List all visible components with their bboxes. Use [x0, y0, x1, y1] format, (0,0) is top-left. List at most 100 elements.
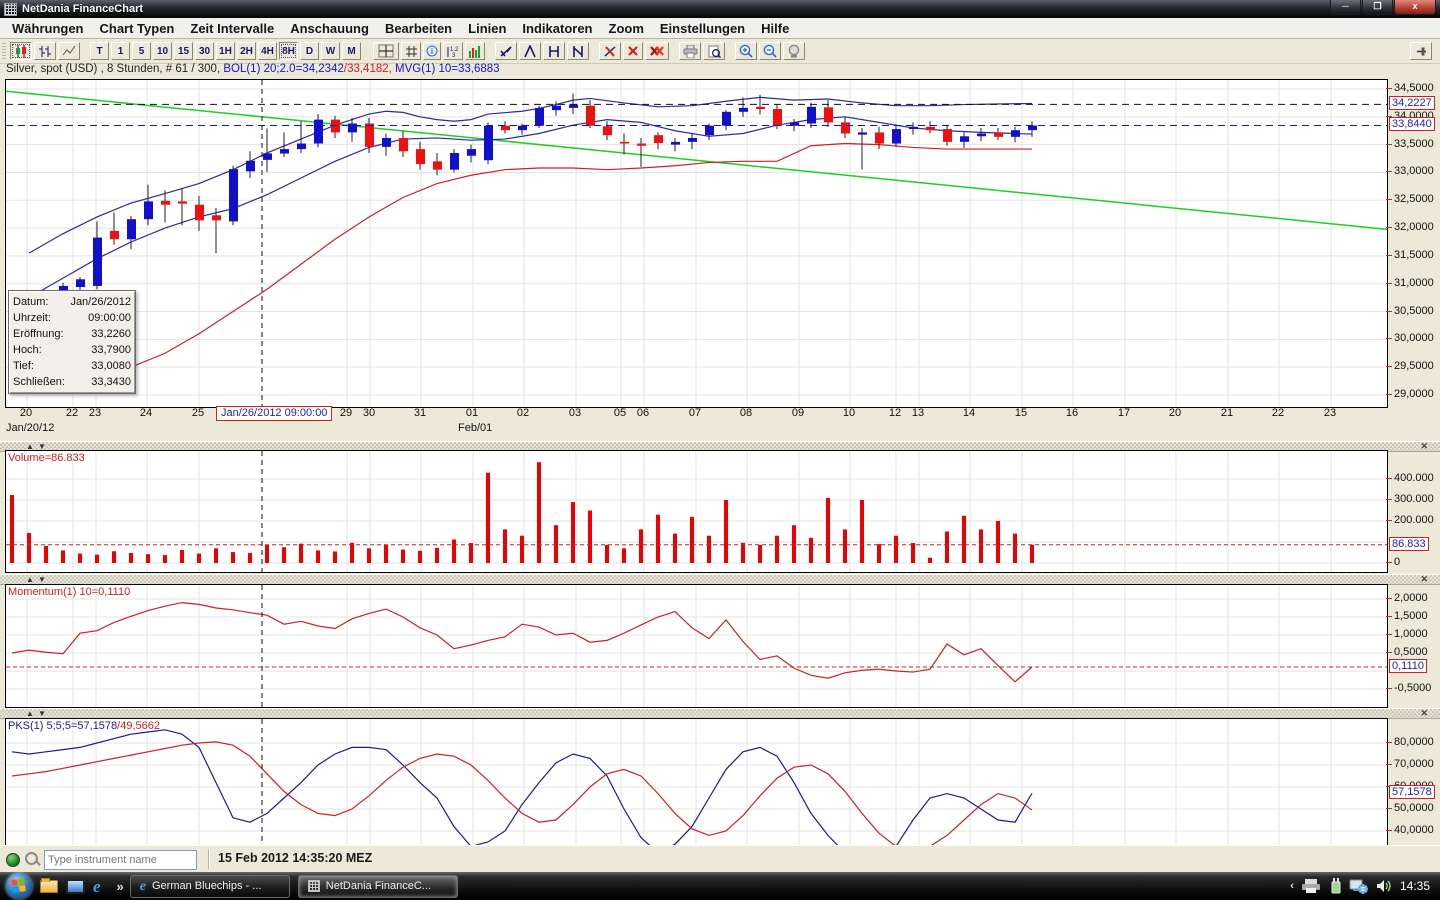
- pks-stochastic-panel[interactable]: [5, 718, 1388, 847]
- speaker-icon[interactable]: [1376, 878, 1393, 894]
- close-panel-icon[interactable]: ✕: [1420, 708, 1428, 719]
- interval-4h-button[interactable]: 4H: [258, 42, 277, 60]
- candlestick-chart-button[interactable]: [10, 42, 32, 60]
- axis-tick-mark: [1386, 227, 1392, 228]
- volume-panel[interactable]: [5, 450, 1388, 573]
- info-button[interactable]: i: [423, 42, 441, 60]
- date-tick-label: 13: [912, 407, 924, 419]
- power-plug-icon[interactable]: [1328, 878, 1342, 894]
- menu-bearbeiten[interactable]: Bearbeiten: [377, 19, 460, 38]
- network-icon[interactable]: [1349, 878, 1369, 894]
- main-price-chart[interactable]: [5, 79, 1388, 408]
- zoom-in-button[interactable]: [735, 42, 757, 60]
- momentum-tick-label: 1,0000: [1394, 628, 1428, 640]
- tooltip-value: 09:00:00: [88, 310, 131, 326]
- tray-expand-arrow[interactable]: ‹: [1290, 880, 1294, 892]
- delete-all-button[interactable]: [645, 42, 669, 60]
- date-tick-label: 06: [637, 407, 649, 419]
- line-chart-button[interactable]: [58, 42, 80, 60]
- toolbar-drag-handle[interactable]: [2, 42, 6, 59]
- interval-5-button[interactable]: 5: [132, 42, 151, 60]
- momentum-panel[interactable]: [5, 584, 1388, 708]
- candle-36: [620, 142, 629, 144]
- print-preview-button[interactable]: [703, 42, 725, 60]
- tooltip-value: 33,0080: [91, 358, 131, 374]
- menu-zeit-intervalle[interactable]: Zeit Intervalle: [182, 19, 282, 38]
- volume-bar-54: [928, 558, 932, 563]
- candle-19: [331, 120, 340, 133]
- folder-icon[interactable]: [40, 880, 58, 893]
- zoom-select-button[interactable]: [783, 42, 805, 60]
- panel-splitter-3[interactable]: ▲ ▼ ✕: [0, 708, 1440, 719]
- close-button[interactable]: x: [1394, 0, 1436, 15]
- quick-launch-expand-chevron[interactable]: »: [117, 879, 124, 894]
- close-panel-icon[interactable]: ✕: [1420, 574, 1428, 585]
- taskbar-button-browser[interactable]: e German Bluechips - ...: [130, 875, 290, 898]
- interval-d-button[interactable]: D: [300, 42, 319, 60]
- show-desktop-icon[interactable]: [66, 879, 85, 894]
- interval-1h-button[interactable]: 1H: [216, 42, 235, 60]
- price-marker-button[interactable]: 1.23: [443, 42, 463, 60]
- interval-1-button[interactable]: 1: [111, 42, 130, 60]
- volume-bar-50: [860, 500, 864, 563]
- candle-22: [382, 138, 391, 147]
- internet-explorer-icon[interactable]: e: [93, 878, 101, 895]
- printer-icon[interactable]: [1301, 878, 1321, 894]
- interval-30-button[interactable]: 30: [195, 42, 214, 60]
- panel-splitter-2[interactable]: ▲ ▼ ✕: [0, 574, 1440, 585]
- close-panel-icon[interactable]: ✕: [1420, 441, 1428, 452]
- trend-line-button[interactable]: [495, 42, 517, 60]
- menu-zoom[interactable]: Zoom: [601, 19, 652, 38]
- menu-währungen[interactable]: Währungen: [4, 19, 92, 38]
- vertical-line-button[interactable]: [567, 42, 589, 60]
- interval-10-button[interactable]: 10: [153, 42, 172, 60]
- grid-button[interactable]: [401, 42, 421, 60]
- menu-chart-typen[interactable]: Chart Typen: [92, 19, 183, 38]
- zoom-out-button[interactable]: [759, 42, 781, 60]
- date-tick-label: 15: [1015, 407, 1027, 419]
- minimize-button[interactable]: ─: [1330, 0, 1361, 15]
- menu-hilfe[interactable]: Hilfe: [753, 19, 797, 38]
- ohlc-bar-chart-button[interactable]: [34, 42, 56, 60]
- delete-button[interactable]: [623, 42, 643, 60]
- instrument-label: Silver, spot (USD) , 8 Stunden, # 61 / 3…: [6, 63, 223, 75]
- crosshair-button[interactable]: [373, 42, 399, 60]
- collapse-up-icon[interactable]: ▲: [26, 709, 34, 718]
- candle-54: [926, 127, 935, 130]
- instrument-search-input[interactable]: [44, 850, 197, 870]
- candle-56: [960, 136, 969, 142]
- erase-line-button[interactable]: [599, 42, 621, 60]
- menu-einstellungen[interactable]: Einstellungen: [652, 19, 753, 38]
- interval-w-button[interactable]: W: [321, 42, 340, 60]
- volume-bar-35: [605, 545, 609, 563]
- interval-m-button[interactable]: M: [342, 42, 361, 60]
- interval-8h-button[interactable]: 8H: [279, 42, 298, 60]
- volume-tick-label: 0: [1394, 556, 1400, 568]
- taskbar-button-netdania[interactable]: NetDania FinanceC...: [298, 875, 458, 898]
- menu-indikatoren[interactable]: Indikatoren: [514, 19, 600, 38]
- interval-2h-button[interactable]: 2H: [237, 42, 256, 60]
- menu-linien[interactable]: Linien: [460, 19, 514, 38]
- volume-histogram-button[interactable]: [465, 42, 485, 60]
- collapse-up-icon[interactable]: ▲: [26, 575, 34, 584]
- momentum-tick-label: 2,0000: [1394, 592, 1428, 604]
- interval-15-button[interactable]: 15: [174, 42, 193, 60]
- date-tick-label: 29: [340, 407, 352, 419]
- start-button[interactable]: [6, 873, 32, 899]
- axis-tick-mark: [1386, 562, 1392, 563]
- collapse-down-icon[interactable]: ▼: [38, 709, 46, 718]
- interval-t-button[interactable]: T: [90, 42, 109, 60]
- collapse-down-icon[interactable]: ▼: [38, 575, 46, 584]
- date-tick-label: 07: [689, 407, 701, 419]
- horizontal-line-button[interactable]: [543, 42, 565, 60]
- svg-text:3: 3: [452, 53, 456, 58]
- pin-panel-button[interactable]: [1410, 42, 1432, 60]
- trend-channel-button[interactable]: [519, 42, 541, 60]
- candle-18: [314, 120, 323, 144]
- print-button[interactable]: [679, 42, 701, 60]
- menu-anschauung[interactable]: Anschauung: [282, 19, 377, 38]
- price-tick-label: 29,0000: [1394, 388, 1434, 400]
- restore-button[interactable]: ❐: [1362, 0, 1393, 15]
- windows-flag-icon: [11, 878, 26, 893]
- date-tick-label: 10: [843, 407, 855, 419]
